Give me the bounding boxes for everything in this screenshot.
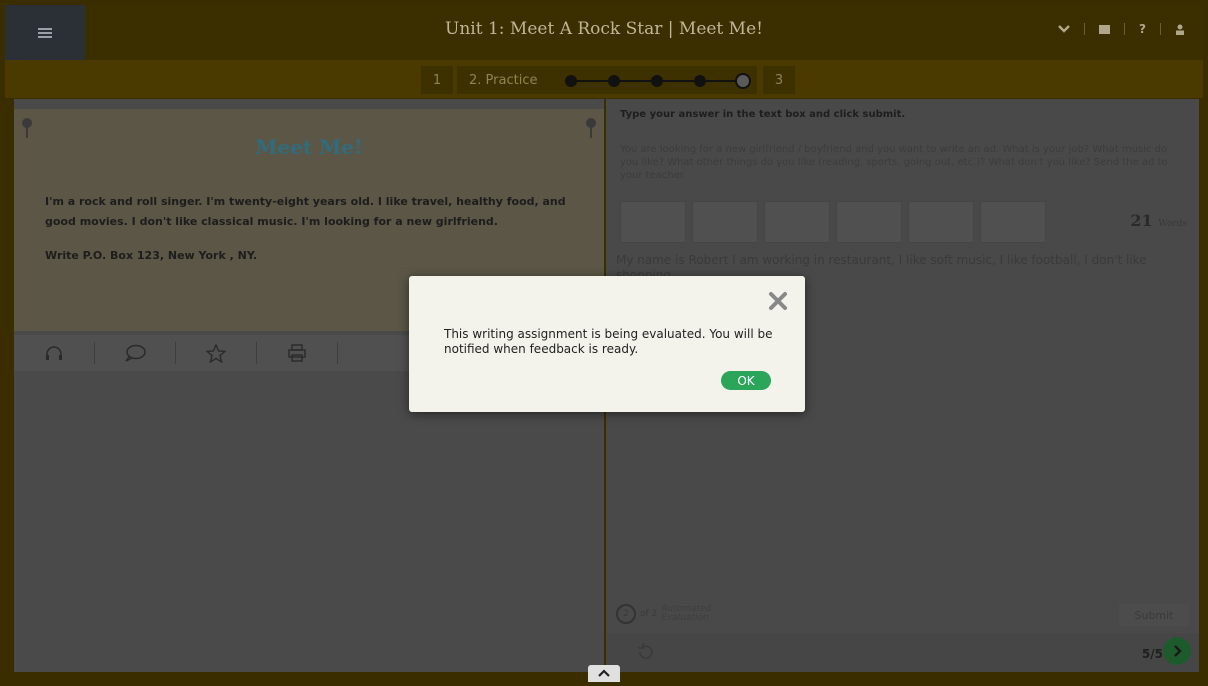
word-count: 21 Words	[1130, 211, 1187, 230]
evaluation-count: 2	[616, 604, 636, 624]
redo-button[interactable]	[908, 201, 974, 243]
progress-dot-current[interactable]	[735, 73, 751, 89]
panel-toggle-button[interactable]	[588, 665, 620, 682]
print-icon	[288, 344, 306, 362]
chevron-up-icon	[598, 669, 610, 677]
word-count-label: Words	[1158, 219, 1187, 229]
user-icon[interactable]	[1175, 24, 1185, 35]
instructions: Type your answer in the text box and cli…	[620, 109, 906, 120]
comment-button[interactable]	[95, 342, 176, 364]
copy-button[interactable]	[692, 201, 758, 243]
format-toolbar	[620, 201, 1046, 243]
writing-prompt: You are looking for a new girlfriend / b…	[620, 144, 1168, 181]
practice-progress-dots	[565, 73, 755, 89]
reading-body: I'm a rock and roll singer. I'm twenty-e…	[45, 195, 566, 228]
undo-button[interactable]	[836, 201, 902, 243]
cut-button[interactable]	[620, 201, 686, 243]
step-2-label: 2. Practice	[469, 72, 538, 88]
book-icon[interactable]	[1099, 24, 1111, 34]
star-icon	[206, 343, 226, 363]
evaluation-label-2: Evaluation	[661, 613, 709, 623]
page-indicator: 5/5	[1141, 647, 1163, 661]
progress-dot[interactable]	[565, 75, 577, 87]
top-bar: Unit 1: Meet A Rock Star | Meet Me! ?	[5, 5, 1203, 60]
step-3-tab[interactable]: 3	[763, 66, 795, 94]
progress-dot[interactable]	[651, 75, 663, 87]
next-button[interactable]	[1163, 637, 1191, 665]
reading-address: Write P.O. Box 123, New York , NY.	[45, 249, 258, 262]
chevron-down-icon[interactable]	[1058, 24, 1070, 34]
step-1-tab[interactable]: 1	[421, 66, 453, 94]
evaluation-dialog: This writing assignment is being evaluat…	[409, 276, 805, 412]
speech-bubble-icon	[125, 344, 146, 362]
progress-dot[interactable]	[694, 75, 706, 87]
paste-button[interactable]	[764, 201, 830, 243]
reading-title: Meet Me!	[255, 135, 363, 159]
word-count-value: 21	[1130, 211, 1153, 230]
print-button[interactable]	[257, 342, 338, 364]
reset-icon[interactable]	[636, 642, 656, 662]
close-icon[interactable]	[767, 290, 789, 312]
evaluation-counter: 2 of 2 Automated Evaluation	[616, 604, 711, 624]
step-navigation: 1 2. Practice 3	[5, 60, 1203, 98]
bottom-bar: 5/5	[606, 633, 1199, 672]
progress-dot[interactable]	[608, 75, 620, 87]
ok-button[interactable]: OK	[721, 371, 771, 390]
chevron-right-icon	[1174, 645, 1182, 657]
evaluation-of: of 2	[640, 609, 658, 619]
headphones-icon	[46, 346, 62, 360]
dialog-message: This writing assignment is being evaluat…	[444, 327, 773, 356]
help-icon[interactable]: ?	[1139, 22, 1146, 36]
save-button[interactable]	[980, 201, 1046, 243]
page-title: Unit 1: Meet A Rock Star | Meet Me!	[445, 19, 763, 39]
favorite-button[interactable]	[176, 342, 257, 364]
audio-button[interactable]	[14, 342, 95, 364]
submit-button[interactable]: Submit	[1119, 604, 1189, 626]
